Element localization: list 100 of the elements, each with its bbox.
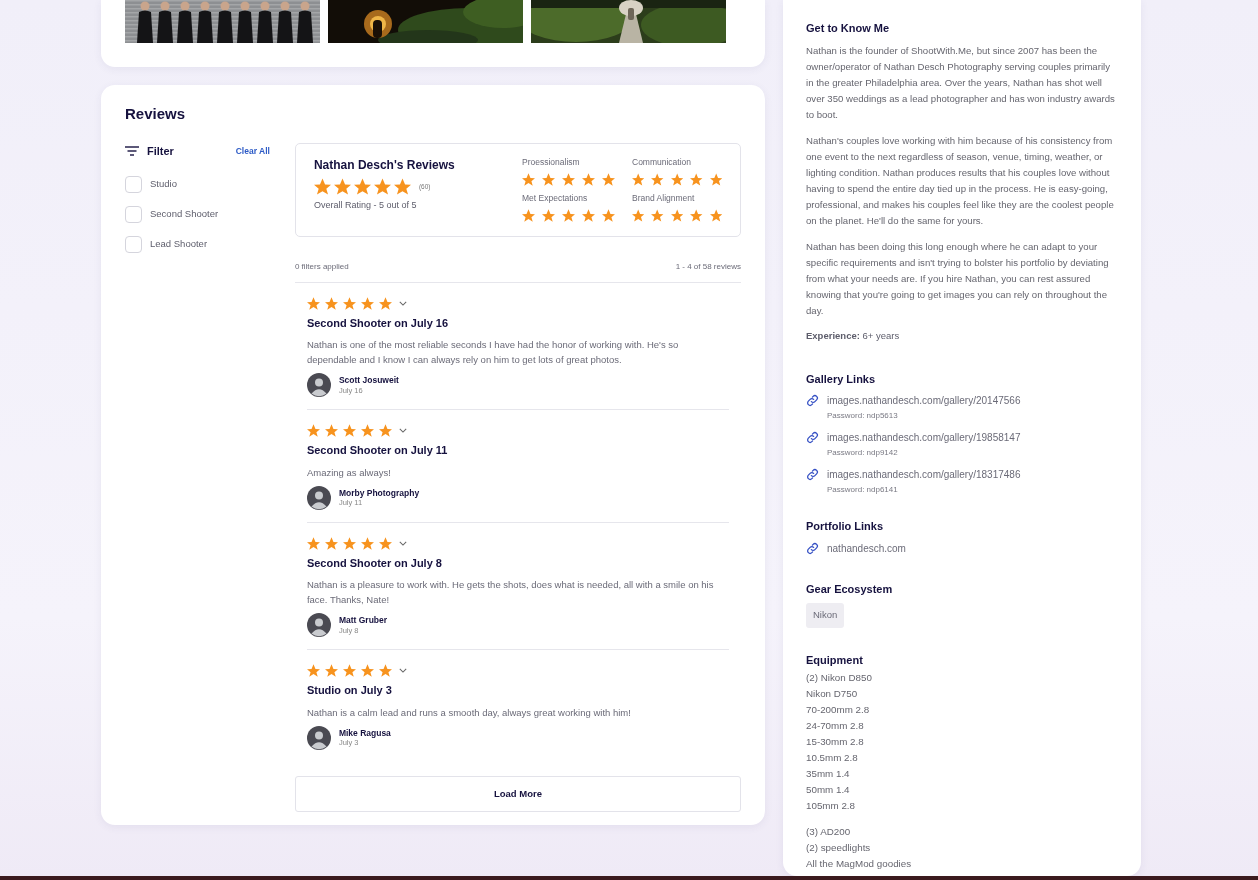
author-name: Scott Josuweit <box>338 375 399 386</box>
password-text: Password: ndp5613 <box>826 410 899 423</box>
star-icon <box>542 208 555 222</box>
equipment-item: (2) Nikon D850 <box>806 671 873 685</box>
review-text: Nathan is a calm lead and runs a smooth day, always great working with him! <box>306 705 632 720</box>
star-icon <box>690 172 703 186</box>
star-icon <box>582 172 595 186</box>
author-name: Mike Ragusa <box>338 727 391 739</box>
avatar <box>306 613 331 637</box>
star-icon <box>582 208 595 222</box>
author-name: Matt Gruber <box>338 615 388 626</box>
star-icon <box>342 424 356 437</box>
category-label: Proessionalism <box>522 156 581 169</box>
review-title: Second Shooter on July 8 <box>306 555 443 571</box>
star-icon <box>306 296 320 310</box>
checkbox-label: Lead Shooter <box>150 236 208 251</box>
results-count: 1 - 4 of 58 reviews <box>675 260 741 273</box>
star-icon <box>602 208 615 222</box>
star-icon <box>360 296 374 310</box>
equipment-item: Nikon D750 <box>806 687 859 701</box>
star-icon <box>353 178 371 195</box>
equipment-item: 10.5mm 2.8 <box>806 751 859 765</box>
star-icon <box>651 208 664 222</box>
section-heading: Equipment <box>806 652 864 668</box>
link-icon <box>806 394 819 408</box>
star-icon <box>632 172 645 186</box>
overall-rating: Overall Rating - 5 out of 5 <box>313 199 418 212</box>
star-icon <box>690 208 703 222</box>
gallery-link[interactable]: images.nathandesch.com/gallery/18317486 <box>827 467 1021 483</box>
review-text: Nathan is one of the most reliable seconds I have had the honor of working with. He's so dependable and I know I can always rely on him to get lots of great photos. <box>306 338 680 367</box>
filter-label: Filter <box>147 144 174 159</box>
star-icon <box>632 208 645 222</box>
section-heading: Portfolio Links <box>806 519 884 535</box>
section-heading: Gear Ecosystem <box>806 581 894 597</box>
equipment-item: (3) AD200 <box>806 825 852 839</box>
star-icon <box>324 664 338 677</box>
star-icon <box>333 178 351 195</box>
review-title: Studio on July 3 <box>306 683 393 698</box>
star-icon <box>360 664 374 677</box>
star-icon <box>562 172 575 186</box>
section-heading: Get to Know Me <box>806 21 891 36</box>
avatar <box>306 373 331 397</box>
star-icon <box>342 296 356 310</box>
experience-text: Experience: 6+ years <box>806 328 901 343</box>
star-icon <box>378 424 392 437</box>
star-icon <box>393 178 411 195</box>
section-heading: Gallery Links <box>806 371 877 387</box>
review-title: Second Shooter on July 16 <box>306 315 450 331</box>
link-icon <box>806 431 819 445</box>
chevron-down-icon[interactable] <box>398 428 407 433</box>
portfolio-link[interactable]: nathandesch.com <box>827 540 906 556</box>
paragraph: Nathan has been doing this long enough where he can adapt to your specific requirements and isn't trying to bolster his portfolio by deviating from what your needs are. If you hire Nathan, you can rest assured knowing that you're going to get images you can rely on throughout the day. <box>806 239 1110 318</box>
checkbox[interactable] <box>125 205 142 223</box>
avatar <box>306 485 331 510</box>
checkbox-label: Second Shooter <box>150 206 219 221</box>
review-text: Nathan is a pleasure to work with. He gets the shots, does what is needed, all with a smile on his face. Thanks, Nate! <box>306 578 715 607</box>
star-icon <box>378 296 392 310</box>
avatar <box>306 725 331 750</box>
checkbox-label: Studio <box>150 176 177 191</box>
star-icon <box>306 536 320 550</box>
star-icon <box>522 172 535 186</box>
checkbox[interactable] <box>125 235 142 253</box>
link-icon <box>806 468 819 482</box>
equipment-item: 105mm 2.8 <box>806 799 856 813</box>
star-icon <box>542 172 555 186</box>
load-more-button[interactable]: Load More <box>294 775 741 812</box>
chevron-down-icon[interactable] <box>398 540 407 546</box>
star-icon <box>360 536 374 550</box>
star-icon <box>651 172 664 186</box>
star-icon <box>709 208 723 222</box>
equipment-item: 50mm 1.4 <box>806 783 851 797</box>
star-icon <box>306 424 320 437</box>
chevron-down-icon[interactable] <box>398 668 407 673</box>
star-icon <box>670 172 684 186</box>
star-icon <box>324 424 338 437</box>
star-icon <box>360 424 374 437</box>
star-icon <box>324 296 338 310</box>
equipment-item: All the MagMod goodies <box>806 857 913 871</box>
review-text: Amazing as always! <box>306 465 392 480</box>
star-icon <box>602 172 615 186</box>
chevron-down-icon[interactable] <box>398 300 407 306</box>
star-icon <box>342 536 356 550</box>
equipment-item: 24-70mm 2.8 <box>806 719 865 733</box>
star-icon <box>378 664 392 677</box>
filters-applied-text: 0 filters applied <box>294 260 349 273</box>
filter-icon <box>125 146 139 157</box>
clear-all-link[interactable]: Clear All <box>235 144 270 158</box>
paragraph: Nathan is the founder of ShootWith.Me, but since 2007 has been the owner/operator of Nathan Desch Photography serving couples primarily in the greater Philadelphia area. Over the years, Nathan has shot well over 350 weddings as a lead photographer and has won industry awards to boot. <box>806 43 1116 122</box>
equipment-item: 35mm 1.4 <box>806 767 851 781</box>
equipment-item: 15-30mm 2.8 <box>806 735 865 749</box>
star-icon <box>342 664 356 677</box>
section-heading: Reviews <box>125 105 187 123</box>
review-title: Second Shooter on July 11 <box>306 443 449 458</box>
gallery-link[interactable]: images.nathandesch.com/gallery/19858147 <box>827 430 1021 446</box>
checkbox[interactable] <box>125 175 142 193</box>
gallery-link[interactable]: images.nathandesch.com/gallery/20147566 <box>827 393 1021 409</box>
password-text: Password: ndp9142 <box>826 447 899 460</box>
equipment-item: 70-200mm 2.8 <box>806 703 871 717</box>
star-icon <box>522 208 535 222</box>
category-label: Brand Alignment <box>632 191 696 205</box>
